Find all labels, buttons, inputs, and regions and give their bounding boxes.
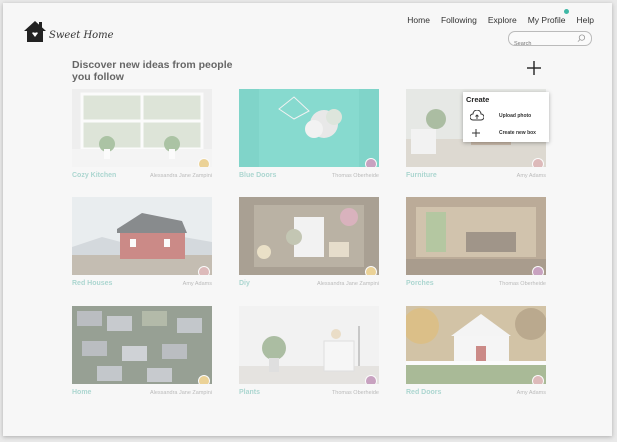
avatar[interactable] bbox=[198, 158, 210, 167]
brand-name: Sweet Home bbox=[49, 30, 114, 41]
card-author[interactable]: Thomas Oberheide bbox=[499, 281, 546, 287]
card-red-houses[interactable]: Red Houses Amy Adams bbox=[72, 197, 212, 287]
card-title[interactable]: Red Houses bbox=[72, 280, 112, 287]
card-image[interactable] bbox=[406, 197, 546, 275]
search-input[interactable] bbox=[509, 38, 574, 50]
card-image[interactable] bbox=[239, 89, 379, 167]
card-author[interactable]: Thomas Oberheide bbox=[332, 390, 379, 396]
card-plants[interactable]: Plants Thomas Oberheide bbox=[239, 306, 379, 396]
card-author[interactable]: Amy Adams bbox=[517, 173, 546, 179]
app-frame: Sweet Home Home Following Explore My Pro… bbox=[3, 3, 612, 436]
search-bar bbox=[508, 31, 592, 50]
card-meta: Home Alessandra Jane Zampini bbox=[72, 389, 212, 396]
card-blue-doors[interactable]: Blue Doors Thomas Oberheide bbox=[239, 89, 379, 179]
card-meta: Cozy Kitchen Alessandra Jane Zampini bbox=[72, 172, 212, 179]
card-meta: Plants Thomas Oberheide bbox=[239, 389, 379, 396]
rooftops-image bbox=[72, 306, 212, 384]
card-title[interactable]: Blue Doors bbox=[239, 172, 276, 179]
logo[interactable]: Sweet Home bbox=[23, 19, 123, 49]
card-diy[interactable]: Diy Alessandra Jane Zampini bbox=[239, 197, 379, 287]
cloud-upload-icon bbox=[470, 110, 484, 121]
card-home[interactable]: Home Alessandra Jane Zampini bbox=[72, 306, 212, 396]
nav-explore[interactable]: Explore bbox=[488, 15, 517, 25]
avatar[interactable] bbox=[532, 266, 544, 275]
card-author[interactable]: Thomas Oberheide bbox=[332, 173, 379, 179]
white-house-image bbox=[406, 306, 546, 384]
avatar[interactable] bbox=[198, 375, 210, 384]
plus-icon bbox=[472, 129, 480, 137]
card-meta: Diy Alessandra Jane Zampini bbox=[239, 280, 379, 287]
kitchen-window-image bbox=[72, 89, 212, 167]
card-image[interactable] bbox=[406, 306, 546, 384]
upload-photo-label: Upload photo bbox=[499, 113, 532, 119]
card-image[interactable] bbox=[72, 306, 212, 384]
diy-image bbox=[239, 197, 379, 275]
card-image[interactable] bbox=[72, 197, 212, 275]
create-new-box-label: Create new box bbox=[499, 130, 536, 136]
avatar[interactable] bbox=[365, 375, 377, 384]
avatar[interactable] bbox=[198, 266, 210, 275]
card-red-doors[interactable]: Red Doors Amy Adams bbox=[406, 306, 546, 396]
card-title[interactable]: Porches bbox=[406, 280, 434, 287]
search-icon[interactable] bbox=[577, 34, 586, 43]
card-author[interactable]: Amy Adams bbox=[517, 390, 546, 396]
card-title[interactable]: Plants bbox=[239, 389, 260, 396]
avatar[interactable] bbox=[532, 375, 544, 384]
card-title[interactable]: Cozy Kitchen bbox=[72, 172, 116, 179]
card-title[interactable]: Home bbox=[72, 389, 91, 396]
red-house-image bbox=[72, 197, 212, 275]
nav-my-profile-label: My Profile bbox=[527, 15, 566, 25]
card-meta: Blue Doors Thomas Oberheide bbox=[239, 172, 379, 179]
avatar[interactable] bbox=[365, 158, 377, 167]
nav-following[interactable]: Following bbox=[441, 15, 477, 25]
card-author[interactable]: Amy Adams bbox=[183, 281, 212, 287]
avatar[interactable] bbox=[365, 266, 377, 275]
create-menu-title: Create bbox=[466, 95, 490, 104]
card-title[interactable]: Red Doors bbox=[406, 389, 441, 396]
porch-image bbox=[406, 197, 546, 275]
card-meta: Red Houses Amy Adams bbox=[72, 280, 212, 287]
avatar[interactable] bbox=[532, 158, 544, 167]
card-meta: Porches Thomas Oberheide bbox=[406, 280, 546, 287]
card-image[interactable] bbox=[239, 306, 379, 384]
plants-room-image bbox=[239, 306, 379, 384]
nav-my-profile[interactable]: My Profile bbox=[527, 9, 569, 25]
upload-photo-item[interactable]: Upload photo bbox=[463, 109, 549, 123]
nav-home[interactable]: Home bbox=[407, 15, 430, 25]
card-image[interactable] bbox=[239, 197, 379, 275]
card-meta: Red Doors Amy Adams bbox=[406, 389, 546, 396]
create-plus-button[interactable] bbox=[525, 59, 543, 77]
card-author[interactable]: Alessandra Jane Zampini bbox=[150, 390, 212, 396]
card-title[interactable]: Furniture bbox=[406, 172, 437, 179]
page-heading: Discover new ideas from people you follo… bbox=[72, 59, 233, 83]
nav-help[interactable]: Help bbox=[577, 15, 594, 25]
card-author[interactable]: Alessandra Jane Zampini bbox=[317, 281, 379, 287]
blue-door-image bbox=[239, 89, 379, 167]
card-image[interactable] bbox=[72, 89, 212, 167]
card-author[interactable]: Alessandra Jane Zampini bbox=[150, 173, 212, 179]
create-menu: Create Upload photo Create new box bbox=[463, 92, 549, 142]
top-nav: Home Following Explore My Profile Help bbox=[407, 9, 594, 25]
notification-dot bbox=[563, 9, 569, 14]
house-icon bbox=[24, 21, 46, 42]
create-new-box-item[interactable]: Create new box bbox=[463, 126, 549, 140]
card-title[interactable]: Diy bbox=[239, 280, 250, 287]
card-cozy-kitchen[interactable]: Cozy Kitchen Alessandra Jane Zampini bbox=[72, 89, 212, 179]
card-meta: Furniture Amy Adams bbox=[406, 172, 546, 179]
card-porches[interactable]: Porches Thomas Oberheide bbox=[406, 197, 546, 287]
